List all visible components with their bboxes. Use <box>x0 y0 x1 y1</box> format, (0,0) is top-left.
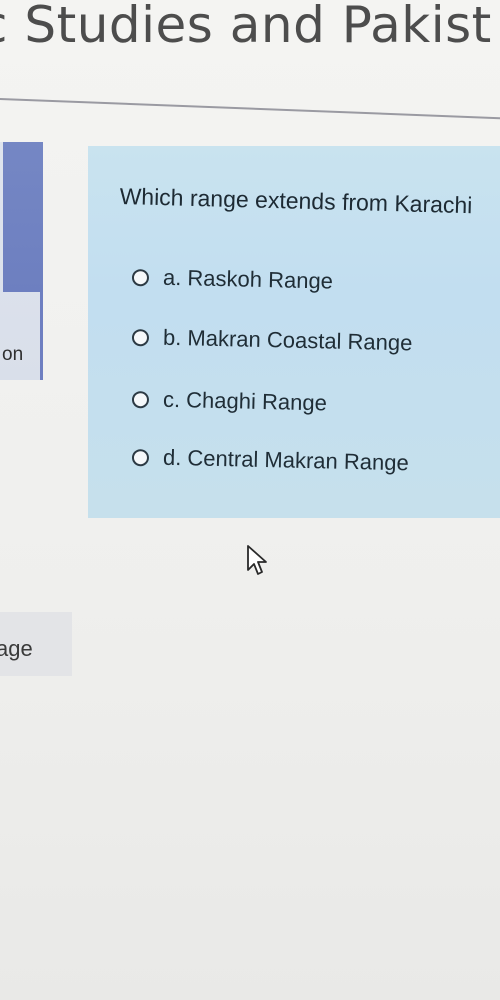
navigation-label[interactable]: on <box>2 344 23 366</box>
radio-button-icon[interactable] <box>131 268 150 286</box>
answer-option-label: c. Chaghi Range <box>162 386 328 416</box>
mouse-cursor-icon <box>247 545 267 575</box>
navigation-active-item[interactable] <box>3 142 43 292</box>
answer-option-label: a. Raskoh Range <box>162 264 334 294</box>
answer-option-a[interactable]: a. Raskoh Range <box>131 264 334 295</box>
quiz-page: c Studies and Pakist on Which range exte… <box>0 0 500 1000</box>
radio-button-icon[interactable] <box>131 328 150 346</box>
answer-option-c[interactable]: c. Chaghi Range <box>131 386 328 416</box>
page-title: c Studies and Pakist <box>0 0 492 54</box>
radio-button-icon[interactable] <box>131 390 150 408</box>
page-navigation-label[interactable]: age <box>0 636 33 662</box>
title-divider <box>0 98 500 120</box>
radio-button-icon[interactable] <box>131 448 150 466</box>
answer-option-label: d. Central Makran Range <box>162 444 410 476</box>
